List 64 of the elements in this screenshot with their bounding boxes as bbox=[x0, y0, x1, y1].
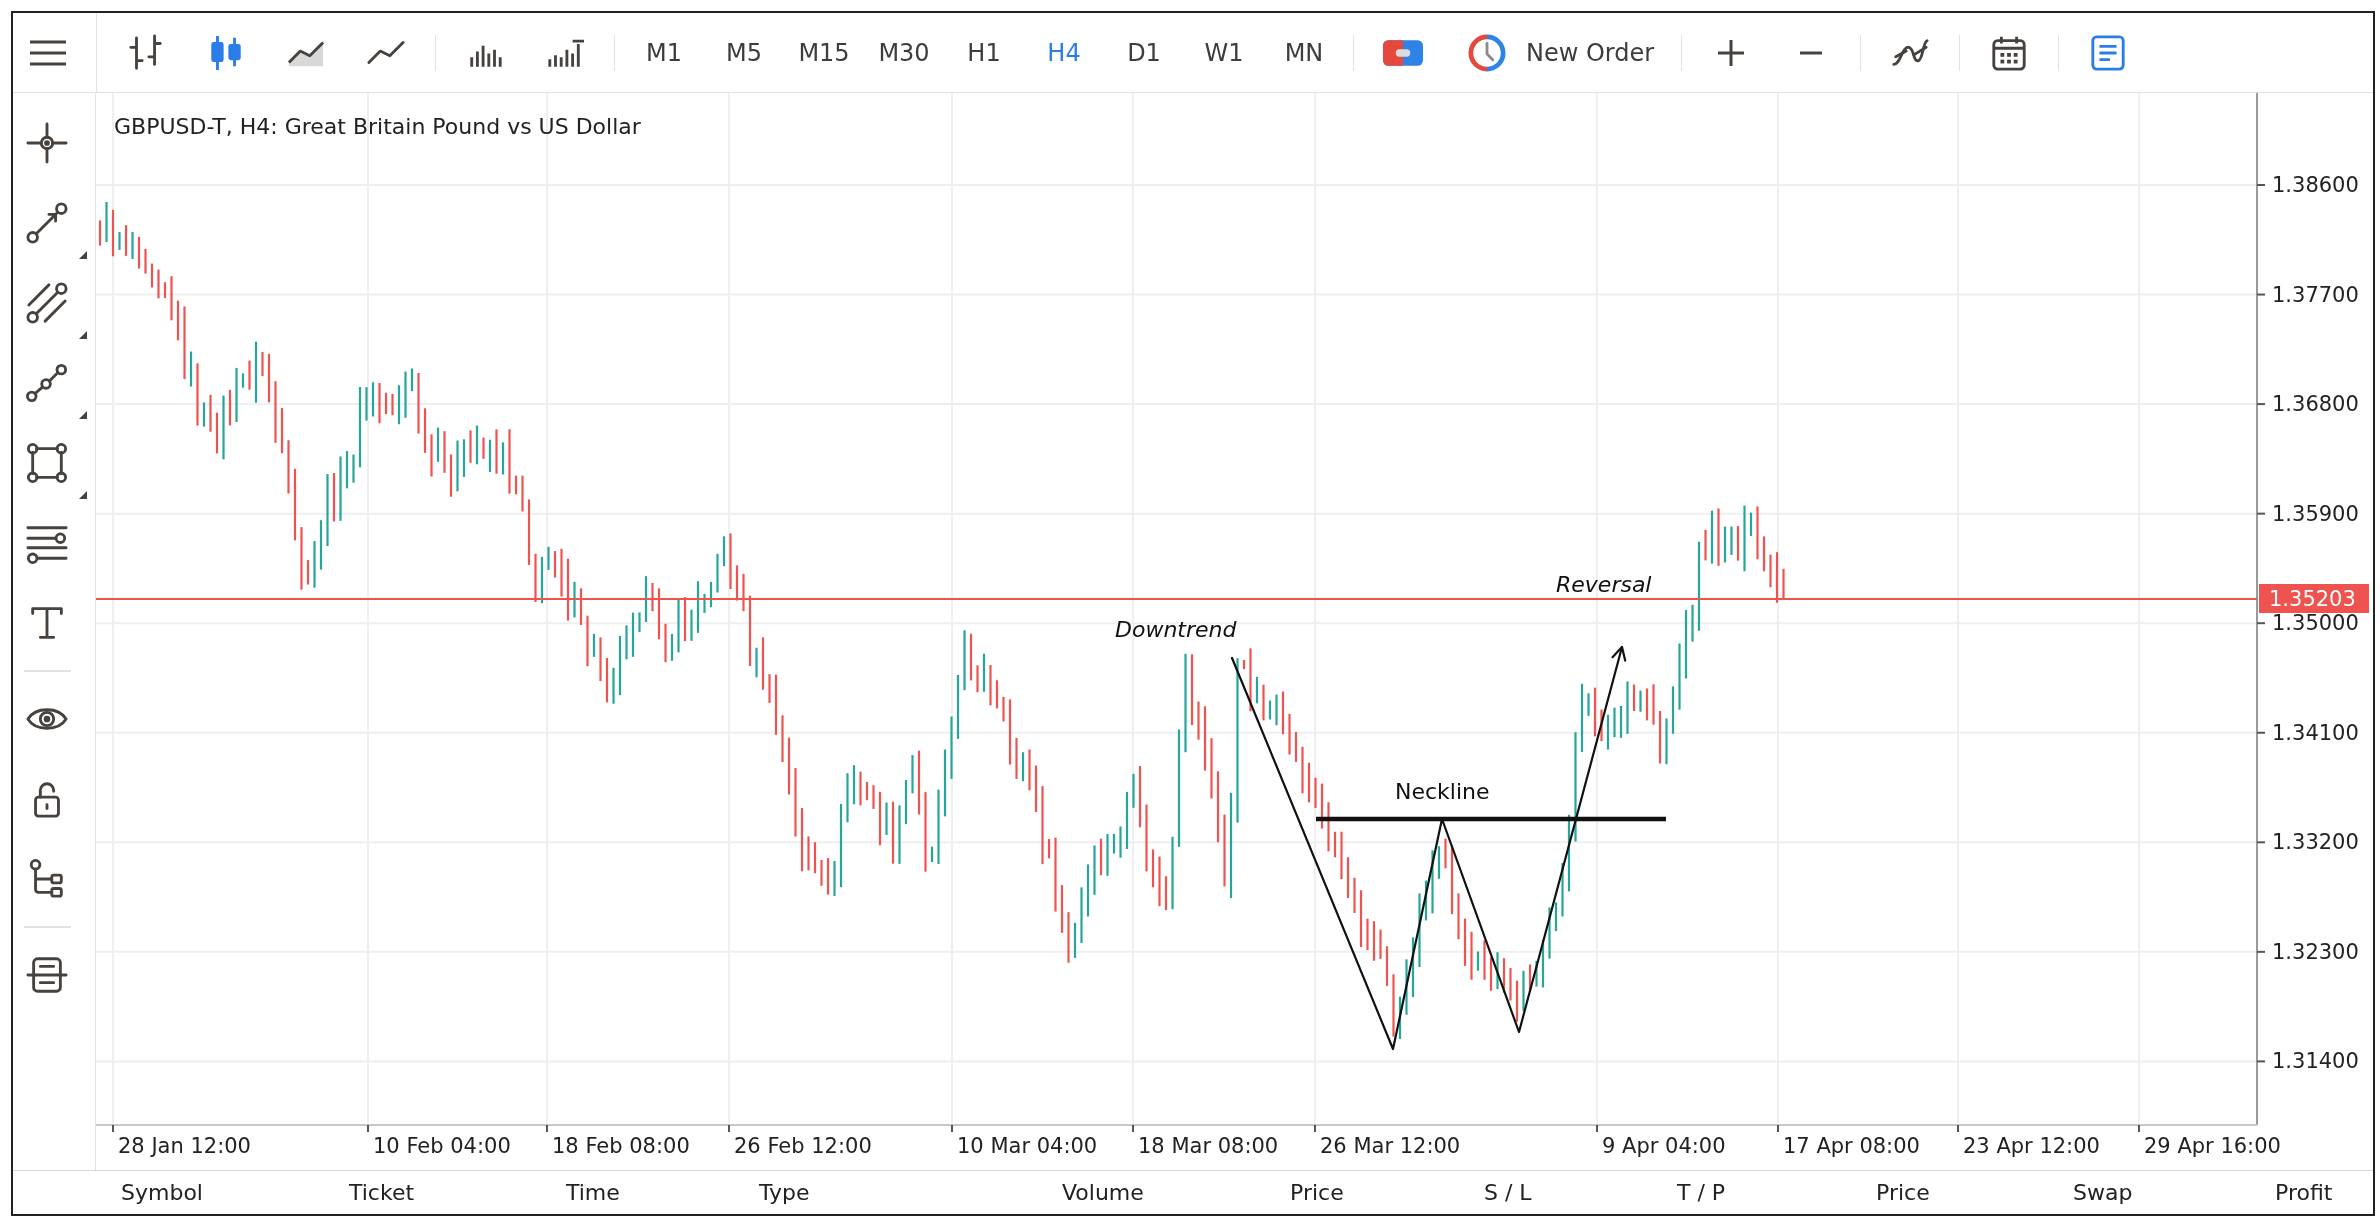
time-axis-label: 28 Jan 12:00 bbox=[118, 1134, 251, 1158]
time-axis-label: 18 Mar 08:00 bbox=[1138, 1134, 1279, 1158]
column-header: Profit bbox=[2275, 1180, 2333, 1205]
stacked-panels-icon[interactable] bbox=[26, 954, 68, 996]
column-header: T / P bbox=[1677, 1180, 1726, 1205]
ohlc-bars-icon[interactable] bbox=[127, 33, 165, 72]
time-axis-label: 26 Mar 12:00 bbox=[1320, 1134, 1461, 1158]
column-header: Type bbox=[759, 1180, 810, 1205]
time-axis-label: 9 Apr 04:00 bbox=[1602, 1134, 1726, 1158]
document-icon[interactable] bbox=[2089, 33, 2128, 72]
trend-label: Reversal bbox=[1556, 572, 1652, 597]
column-header: Time bbox=[566, 1180, 620, 1205]
timeframe-button[interactable]: W1 bbox=[1184, 22, 1264, 83]
price-axis-label: 1.33200 bbox=[2272, 830, 2359, 855]
time-axis-label: 26 Feb 12:00 bbox=[734, 1134, 872, 1158]
time-axis-label: 18 Feb 08:00 bbox=[552, 1134, 690, 1158]
current-price-label: 1.35203 bbox=[2259, 584, 2369, 613]
column-header: Symbol bbox=[121, 1180, 203, 1205]
parallel-lines-icon[interactable] bbox=[26, 282, 68, 324]
timeframe-button[interactable]: H1 bbox=[944, 22, 1024, 83]
neckline-label: Neckline bbox=[1395, 779, 1490, 804]
timeframe-button[interactable]: M1 bbox=[624, 22, 704, 83]
price-axis-label: 1.34100 bbox=[2272, 720, 2359, 745]
price-axis-label: 1.35900 bbox=[2272, 501, 2359, 526]
column-header: S / L bbox=[1484, 1180, 1532, 1205]
time-axis-label: 23 Apr 12:00 bbox=[1963, 1134, 2100, 1158]
price-axis-label: 1.32300 bbox=[2272, 939, 2359, 964]
clock-ring-icon[interactable] bbox=[1468, 33, 1506, 72]
time-axis-label: 29 Apr 16:00 bbox=[2144, 1134, 2281, 1158]
split-toggle-icon[interactable] bbox=[1383, 39, 1423, 66]
trend-line-icon[interactable] bbox=[26, 202, 68, 244]
submenu-indicator-icon[interactable] bbox=[79, 331, 87, 339]
timeframe-button[interactable]: M30 bbox=[864, 22, 944, 83]
plus-icon[interactable] bbox=[1718, 39, 1745, 66]
price-axis-label: 1.31400 bbox=[2272, 1049, 2359, 1074]
rising-volume-bars-icon[interactable] bbox=[546, 38, 584, 67]
crosshair-icon[interactable] bbox=[26, 122, 68, 164]
rectangle-icon[interactable] bbox=[26, 442, 68, 484]
column-header: Volume bbox=[1062, 1180, 1144, 1205]
polyline-icon[interactable] bbox=[26, 362, 68, 404]
price-axis-label: 1.35000 bbox=[2272, 611, 2359, 636]
submenu-indicator-icon[interactable] bbox=[79, 411, 87, 419]
column-header: Swap bbox=[2073, 1180, 2133, 1205]
column-header: Price bbox=[1290, 1180, 1344, 1205]
column-header: Price bbox=[1876, 1180, 1930, 1205]
timeframe-button[interactable]: M15 bbox=[784, 22, 864, 83]
timeframe-button[interactable]: H4 bbox=[1024, 22, 1104, 83]
chart-title: GBPUSD-T, H4: Great Britain Pound vs US Dollar bbox=[114, 114, 641, 139]
new-order-button[interactable]: New Order bbox=[1443, 22, 1673, 83]
time-axis-label: 17 Apr 08:00 bbox=[1783, 1134, 1920, 1158]
price-axis-label: 1.36800 bbox=[2272, 392, 2359, 417]
timeframe-button[interactable]: D1 bbox=[1104, 22, 1184, 83]
timeframe-button[interactable]: MN bbox=[1264, 22, 1344, 83]
time-axis-label: 10 Feb 04:00 bbox=[373, 1134, 511, 1158]
price-axis-label: 1.37700 bbox=[2272, 282, 2359, 307]
submenu-indicator-icon[interactable] bbox=[79, 491, 87, 499]
minus-icon[interactable] bbox=[1800, 50, 1823, 55]
price-axis-label: 1.38600 bbox=[2272, 173, 2359, 197]
time-axis-label: 10 Mar 04:00 bbox=[957, 1134, 1098, 1158]
trend-label: Downtrend bbox=[1115, 617, 1237, 642]
column-header: Ticket bbox=[349, 1180, 415, 1205]
submenu-indicator-icon[interactable] bbox=[79, 251, 87, 259]
timeframe-button[interactable]: M5 bbox=[704, 22, 784, 83]
menu-icon[interactable] bbox=[30, 39, 66, 66]
